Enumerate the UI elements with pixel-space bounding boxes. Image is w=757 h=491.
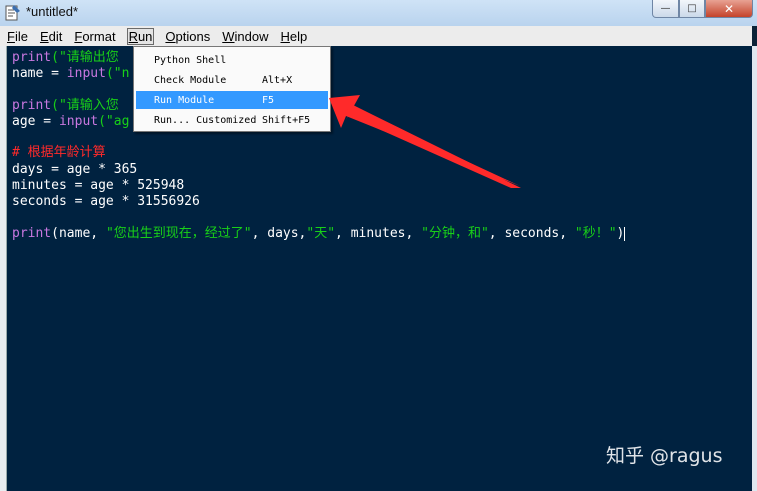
menu-item-label: Python Shell — [154, 54, 227, 66]
code-text: ) — [616, 226, 625, 241]
menu-python-shell[interactable]: Python Shell — [136, 51, 328, 69]
string-literal: ("请输入您 — [51, 98, 119, 113]
window-title: *untitled* — [26, 4, 79, 19]
menu-run-module[interactable]: Run Module F5 — [136, 91, 328, 109]
code-text: , seconds, — [488, 226, 575, 241]
menu-item-label: Run Module — [154, 94, 215, 106]
string-literal: ("ag — [98, 114, 130, 129]
code-line-days: days = age * 365 — [12, 162, 138, 177]
keyword-print: print — [12, 50, 52, 65]
menu-item-label: Run... Customized — [154, 114, 257, 126]
menu-format[interactable]: Format — [73, 29, 116, 44]
string-literal: ("请输出您 — [51, 50, 119, 65]
string-literal: ("n — [105, 66, 130, 81]
menu-format-rest: ormat — [82, 28, 116, 44]
menu-bar: File Edit Format Run Options Window Help — [0, 26, 752, 46]
code-line-minutes: minutes = age * 525948 — [12, 178, 185, 193]
code-comment: # 根据年龄计算 — [12, 145, 106, 160]
menu-check-module[interactable]: Check Module Alt+X — [136, 71, 328, 89]
run-menu-dropdown: Python Shell Check Module Alt+X Run Modul… — [133, 46, 331, 132]
code-line-5: age = input("ag — [12, 114, 129, 130]
code-line-4: print("请输入您 — [12, 98, 119, 114]
string-literal: "秒！" — [574, 226, 617, 241]
vertical-scrollbar[interactable] — [752, 46, 757, 491]
menu-run[interactable]: Run — [126, 27, 155, 45]
code-editor[interactable]: print("请输出您 name = input("n print("请输入您 … — [6, 46, 753, 491]
menu-run-customized[interactable]: Run... Customized Shift+F5 — [136, 111, 328, 129]
keyword-input: input — [58, 114, 99, 129]
menu-help-accel: H — [280, 28, 290, 44]
keyword-print: print — [12, 226, 52, 241]
menu-item-shortcut: F5 — [262, 94, 275, 106]
menu-window-rest: indow — [234, 28, 269, 44]
code-text: age = — [12, 114, 59, 129]
menu-item-shortcut: Alt+X — [262, 74, 293, 86]
menu-item-shortcut: Shift+F5 — [262, 114, 311, 126]
close-button[interactable]: ✕ — [705, 0, 753, 18]
menu-help-rest: elp — [289, 28, 308, 44]
menu-item-label: Check Module — [154, 74, 227, 86]
menu-edit[interactable]: Edit — [39, 29, 63, 44]
code-line-1: print("请输出您 — [12, 50, 119, 66]
keyword-input: input — [66, 66, 106, 81]
menu-file-accel: F — [7, 28, 15, 44]
text-cursor — [624, 226, 626, 241]
string-literal: "天" — [306, 226, 336, 241]
code-line-seconds: seconds = age * 31556926 — [12, 194, 200, 209]
minimize-button[interactable]: — — [652, 0, 679, 18]
menu-options[interactable]: Options — [164, 29, 211, 44]
string-literal: "分钟，和" — [421, 226, 489, 241]
idle-icon — [5, 5, 20, 21]
keyword-print: print — [12, 98, 52, 113]
menu-help[interactable]: Help — [280, 29, 309, 44]
menu-window-accel: W — [222, 28, 235, 44]
string-literal: "您出生到现在，经过了" — [105, 226, 252, 241]
code-line-2: name = input("n — [12, 66, 129, 82]
watermark-text: 知乎 @ragus — [606, 445, 723, 467]
window-controls: — □ ✕ — [652, 0, 753, 18]
menu-edit-accel: E — [39, 28, 49, 44]
code-line-print: print(name, "您出生到现在，经过了", days,"天", minu… — [12, 226, 626, 242]
menu-file-rest: ile — [14, 28, 28, 44]
code-text: , minutes, — [335, 226, 422, 241]
code-text: , days, — [251, 226, 307, 241]
menu-options-accel: O — [165, 28, 176, 44]
menu-run-accel: R — [128, 28, 138, 44]
menu-run-rest: un — [137, 28, 153, 44]
title-bar: *untitled* — □ ✕ — [0, 0, 757, 26]
code-text: (name, — [51, 226, 106, 241]
menu-options-rest: ptions — [175, 28, 211, 44]
menu-edit-rest: dit — [48, 28, 63, 44]
code-text: name = — [12, 66, 67, 81]
menu-window[interactable]: Window — [221, 29, 269, 44]
maximize-button[interactable]: □ — [679, 0, 705, 18]
menu-file[interactable]: File — [6, 29, 29, 44]
